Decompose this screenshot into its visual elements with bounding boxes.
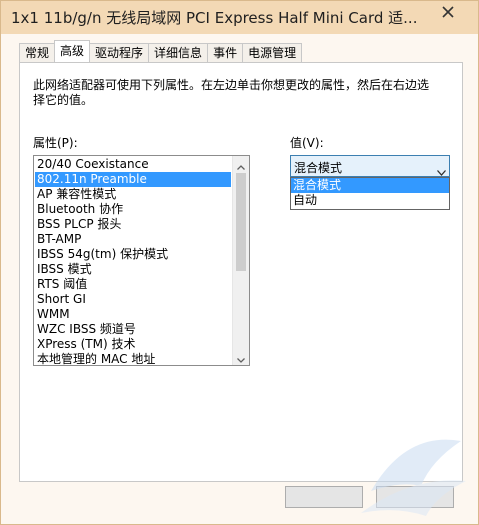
value-option-auto[interactable]: 自动	[291, 193, 449, 208]
property-item-selected[interactable]: 802.11n Preamble	[35, 172, 231, 187]
property-item[interactable]: BT-AMP	[35, 232, 231, 247]
property-list: 20/40 Coexistance 802.11n Preamble AP 兼容…	[35, 157, 231, 365]
advanced-tab-panel: 此网络适配器可使用下列属性。在左边单击你想更改的属性，然后在右边选择它的值。 属…	[19, 62, 463, 482]
property-item[interactable]: AP 兼容性模式	[35, 187, 231, 202]
property-item[interactable]: BSS PLCP 报头	[35, 217, 231, 232]
property-label: 属性(P):	[33, 136, 78, 150]
property-item[interactable]: XPress (TM) 技术	[35, 337, 231, 352]
value-option-mixed[interactable]: 混合模式	[291, 178, 449, 193]
property-list-scrollbar[interactable]	[232, 156, 249, 365]
property-item[interactable]: WMM	[35, 307, 231, 322]
value-dropdown-list: 混合模式 自动	[290, 177, 450, 210]
window-title: 1x1 11b/g/n 无线局域网 PCI Express Half Mini …	[11, 9, 418, 27]
ok-button[interactable]	[285, 486, 363, 508]
chevron-up-icon	[237, 156, 245, 174]
property-item[interactable]: IBSS 模式	[35, 262, 231, 277]
property-item[interactable]: Bluetooth 协作	[35, 202, 231, 217]
tab-events[interactable]: 事件	[207, 43, 244, 62]
tab-details[interactable]: 详细信息	[148, 43, 209, 62]
property-item[interactable]: 20/40 Coexistance	[35, 157, 231, 172]
value-combobox[interactable]: 混合模式	[290, 155, 450, 177]
scroll-up-button[interactable]	[233, 156, 249, 172]
tab-power-management[interactable]: 电源管理	[242, 43, 303, 62]
close-icon	[442, 6, 454, 18]
property-item[interactable]: WZC IBSS 频道号	[35, 322, 231, 337]
tab-driver[interactable]: 驱动程序	[89, 43, 150, 62]
property-item[interactable]: RTS 阈值	[35, 277, 231, 292]
property-item[interactable]: IBSS 54g(tm) 保护模式	[35, 247, 231, 262]
property-item[interactable]: Short GI	[35, 292, 231, 307]
description-text: 此网络适配器可使用下列属性。在左边单击你想更改的属性，然后在右边选择它的值。	[33, 78, 430, 107]
scroll-down-button[interactable]	[233, 349, 249, 365]
scroll-thumb[interactable]	[236, 173, 246, 271]
property-item[interactable]: 本地管理的 MAC 地址	[35, 352, 231, 365]
tab-strip: 常规 高级 驱动程序 详细信息 事件 电源管理	[19, 40, 303, 62]
tab-advanced[interactable]: 高级	[54, 40, 91, 62]
value-label: 值(V):	[290, 136, 324, 150]
value-combobox-selected: 混合模式	[294, 161, 343, 175]
cancel-button[interactable]	[376, 486, 454, 508]
chevron-down-icon	[237, 348, 245, 366]
title-bar[interactable]: 1x1 11b/g/n 无线局域网 PCI Express Half Mini …	[1, 1, 478, 34]
property-listbox[interactable]: 20/40 Coexistance 802.11n Preamble AP 兼容…	[33, 155, 250, 366]
tab-general[interactable]: 常规	[19, 43, 56, 62]
properties-dialog: 1x1 11b/g/n 无线局域网 PCI Express Half Mini …	[0, 0, 479, 525]
close-button[interactable]	[426, 1, 470, 23]
